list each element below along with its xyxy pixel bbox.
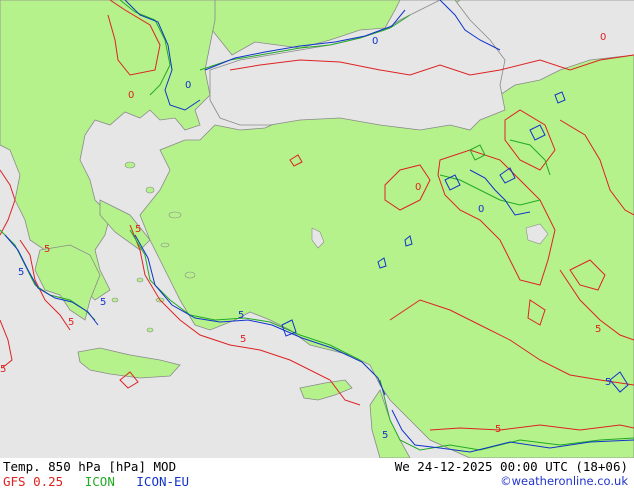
contour-label: 5 (0, 364, 6, 375)
weather-map: 5 5 5 5 5 5 5 5 5 5 5 5 0 0 0 0 0 0 (0, 0, 634, 458)
legend-icon: ICON (84, 474, 115, 489)
contour-label: 5 (382, 430, 388, 441)
contour-label: 5 (605, 377, 611, 388)
contour-label: 0 (600, 32, 606, 43)
contour-label: 5 (495, 424, 501, 435)
contour-label: 0 (415, 182, 421, 193)
contour-label: 0 (185, 80, 191, 91)
map-panel: 5 5 5 5 5 5 5 5 5 5 5 5 0 0 0 0 0 0 (0, 0, 634, 458)
model-legend: GFS 0.25 ICON ICON-EU (3, 474, 203, 489)
contour-label: 5 (238, 310, 244, 321)
contour-label: 5 (100, 297, 106, 308)
valid-time: We 24-12-2025 00:00 UTC (18+06) (394, 459, 628, 474)
map-footer: Temp. 850 hPa [hPa] MOD GFS 0.25 ICON IC… (0, 458, 634, 490)
contour-label: 5 (240, 334, 246, 345)
contour-label: 5 (135, 224, 141, 235)
map-title: Temp. 850 hPa [hPa] MOD (3, 459, 177, 474)
contour-label: 0 (372, 36, 378, 47)
contour-label: 0 (128, 90, 134, 101)
contour-label: 5 (18, 267, 24, 278)
contour-label: 5 (68, 317, 74, 328)
contour-label: 5 (595, 324, 601, 335)
credit-link[interactable]: ©weatheronline.co.uk (500, 474, 628, 488)
legend-icon-eu: ICON-EU (136, 474, 190, 489)
contour-label: 5 (44, 244, 50, 255)
contour-label: 0 (478, 204, 484, 215)
legend-gfs: GFS 0.25 (3, 474, 64, 489)
